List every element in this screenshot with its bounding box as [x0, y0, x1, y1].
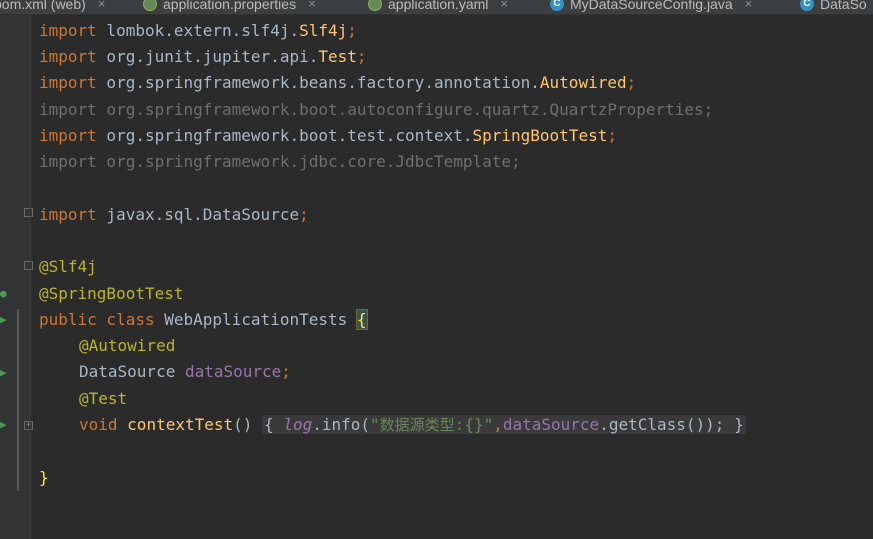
tab-datasource[interactable]: C DataSo	[800, 0, 867, 14]
autowired-navigate-icon[interactable]: ▶	[0, 367, 10, 379]
code-line-4-unused-import: import org.springframework.boot.autoconf…	[39, 100, 714, 119]
spring-leaf-icon	[368, 0, 382, 11]
close-icon[interactable]: ×	[745, 0, 753, 14]
class-declaration: public class WebApplicationTests {	[39, 309, 368, 330]
code-line-6-unused-import: import org.springframework.jdbc.core.Jdb…	[39, 152, 521, 171]
tab-label: DataSo	[820, 0, 867, 12]
code-line-3: import org.springframework.beans.factory…	[39, 73, 637, 92]
annotation-autowired: @Autowired	[79, 336, 176, 355]
folded-code-region[interactable]: { log.info("数据源类型:{}",dataSource.getClas…	[262, 415, 746, 434]
class-closing-brace: }	[39, 468, 49, 487]
class-icon: C	[550, 0, 564, 11]
fold-icon[interactable]	[24, 261, 33, 270]
code-line-8: import javax.sql.DataSource;	[39, 205, 309, 224]
method-declaration: void contextTest() { log.info("数据源类型:{}"…	[79, 415, 746, 434]
fold-icon[interactable]	[24, 208, 33, 217]
text-caret	[366, 311, 368, 330]
run-test-icon[interactable]: ▶	[0, 314, 10, 326]
tab-label: application.properties	[163, 0, 297, 12]
close-icon[interactable]: ×	[500, 0, 508, 14]
annotation-slf4j: @Slf4j	[39, 257, 97, 276]
tab-application-yaml[interactable]: application.yaml ×	[368, 0, 508, 14]
close-icon[interactable]: ×	[308, 0, 316, 14]
tab-mydatasourceconfig[interactable]: C MyDataSourceConfig.java ×	[550, 0, 752, 14]
code-line-1: import lombok.extern.slf4j.Slf4j;	[39, 21, 357, 40]
run-test-icon[interactable]: ▶	[0, 419, 10, 431]
close-icon[interactable]: ×	[98, 0, 106, 14]
editor-tab-bar: pom.xml (web) × application.properties ×…	[0, 0, 873, 15]
code-line-5: import org.springframework.boot.test.con…	[39, 126, 617, 145]
annotation-test: @Test	[79, 389, 128, 408]
expand-fold-icon[interactable]: +	[24, 421, 33, 430]
tab-label: application.yaml	[388, 0, 489, 12]
tab-pom-xml[interactable]: pom.xml (web) ×	[0, 0, 105, 14]
tab-label: pom.xml (web)	[0, 0, 86, 12]
annotation-springboottest: @SpringBootTest	[39, 284, 184, 303]
tab-label: MyDataSourceConfig.java	[570, 0, 733, 12]
gutter-separator	[30, 15, 31, 539]
change-marker	[17, 309, 19, 491]
code-line-2: import org.junit.jupiter.api.Test;	[39, 47, 367, 66]
class-icon: C	[800, 0, 814, 11]
spring-bean-icon[interactable]: ●	[0, 288, 10, 300]
editor-gutter: ● ▶ ▶ ▶ +	[0, 15, 33, 539]
spring-leaf-icon	[143, 0, 157, 11]
field-declaration: DataSource dataSource;	[79, 362, 291, 381]
tab-application-properties[interactable]: application.properties ×	[143, 0, 316, 14]
